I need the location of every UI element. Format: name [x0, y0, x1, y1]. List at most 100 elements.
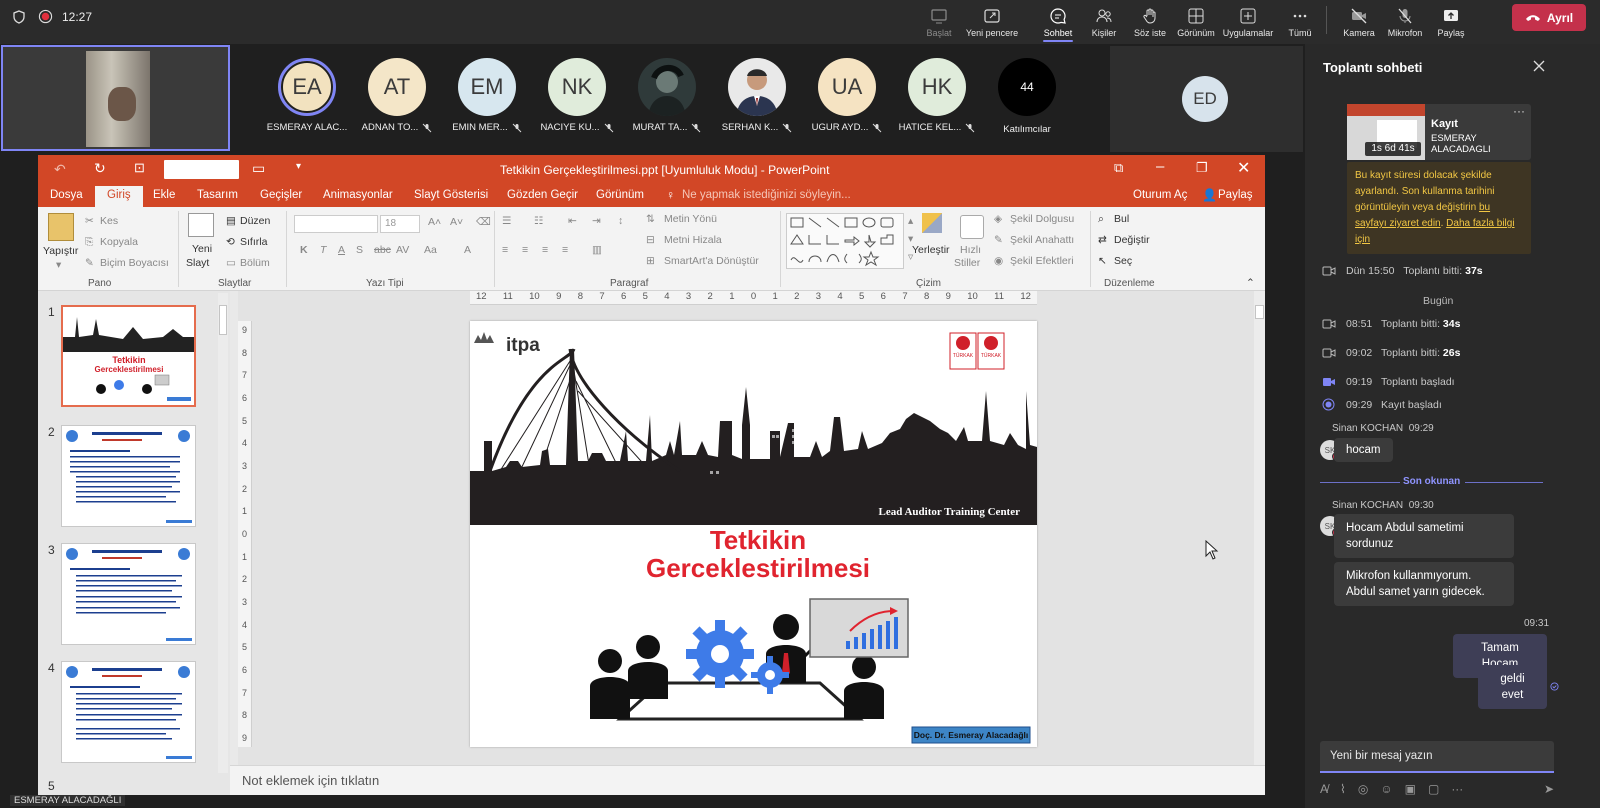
scroll-thumb[interactable]	[1255, 305, 1264, 319]
attach-icon[interactable]: ⌇	[1340, 782, 1346, 802]
tab-view[interactable]: Görünüm	[596, 189, 644, 201]
align-text-button[interactable]: Metni Hizala	[664, 234, 722, 246]
select-button[interactable]: Seç	[1114, 255, 1132, 267]
participants-overflow-tile[interactable]: 44 Katılımcılar	[984, 44, 1070, 144]
numbering-icon[interactable]: ☷	[534, 215, 543, 227]
participant-tile[interactable]: NK NACIYE KU...	[534, 44, 620, 144]
tab-animations[interactable]: Animasyonlar	[323, 189, 393, 201]
align-left-icon[interactable]: ≡	[502, 244, 508, 256]
visit-page-link[interactable]: sayfayı ziyaret edin	[1355, 218, 1441, 229]
visit-page-link[interactable]: bu	[1479, 202, 1490, 213]
participant-tile[interactable]: MURAT TA...	[624, 44, 710, 144]
bullets-icon[interactable]: ☰	[502, 215, 511, 227]
outdent-icon[interactable]: ⇥	[592, 215, 601, 227]
smartart-button[interactable]: SmartArt'a Dönüştür	[664, 255, 759, 267]
paste-icon[interactable]	[48, 213, 74, 241]
align-center-icon[interactable]: ≡	[522, 244, 528, 256]
recording-card[interactable]: 1s 6d 41s Kayıt ESMERAY ALACADAGLI ···	[1347, 104, 1531, 160]
line-spacing-icon[interactable]: ↕	[618, 215, 623, 227]
tab-design[interactable]: Tasarım	[197, 189, 238, 201]
tab-file[interactable]: Dosya	[50, 189, 83, 201]
redo-icon[interactable]: ↻	[94, 160, 106, 177]
sticker-icon[interactable]: ▢	[1428, 782, 1439, 802]
participant-tile[interactable]: UA UGUR AYD...	[804, 44, 890, 144]
chat-message[interactable]: Hocam Abdul sametimi sordunuz	[1334, 514, 1514, 558]
new-slide-label-1[interactable]: Yeni	[192, 243, 212, 255]
columns-icon[interactable]: ▥	[592, 244, 602, 256]
new-slide-icon[interactable]	[188, 213, 214, 237]
send-icon[interactable]: ➤	[1544, 782, 1554, 802]
chevron-up-icon[interactable]: ▴	[908, 215, 913, 227]
minimize-icon[interactable]: –	[1156, 158, 1164, 175]
participant-tile[interactable]: HK HATICE KEL...	[894, 44, 980, 144]
start-slideshow-icon[interactable]: ⊡	[134, 160, 145, 176]
font-color-icon[interactable]: A	[464, 244, 471, 256]
italic-icon[interactable]: T	[320, 244, 326, 256]
paste-button[interactable]: Yapıştır	[43, 245, 78, 257]
section-button[interactable]: Bölüm	[240, 257, 270, 269]
tab-home[interactable]: Giriş	[95, 186, 143, 207]
font-name-box[interactable]	[294, 215, 378, 233]
notes-pane[interactable]: Not eklemek için tıklatın	[230, 765, 1265, 795]
change-case-icon[interactable]: Aa	[424, 244, 437, 256]
ribbon-display-icon[interactable]: ⧉	[1114, 160, 1123, 176]
shadow-icon[interactable]: S	[356, 244, 363, 256]
find-button[interactable]: Bul	[1114, 213, 1129, 225]
apps-button[interactable]: Uygulamalar	[1219, 2, 1277, 42]
self-video-tile[interactable]	[1, 45, 230, 151]
participant-tile[interactable]: EA ESMERAY ALAC...	[264, 44, 350, 144]
tell-me-box[interactable]: Ne yapmak istediğinizi söyleyin...	[682, 189, 851, 201]
quick-styles-label-2[interactable]: Stiller	[954, 257, 980, 269]
font-size-box[interactable]: 18	[380, 215, 420, 233]
share-ppt-button[interactable]: Paylaş	[1218, 189, 1253, 201]
new-slide-label-2[interactable]: Slayt	[186, 257, 209, 269]
slide-thumbnail-2[interactable]	[61, 425, 196, 527]
gif-icon[interactable]: ▣	[1405, 782, 1416, 802]
slide-thumbnail-1[interactable]: Tetkikin Gerceklestirilmesi	[61, 305, 196, 407]
layout-button[interactable]: Düzen	[240, 215, 270, 227]
quick-styles-label-1[interactable]: Hızlı	[960, 244, 981, 256]
shape-outline-button[interactable]: Şekil Anahattı	[1010, 234, 1074, 246]
start-recording-button[interactable]: Başlat	[910, 2, 968, 42]
slide-1-canvas[interactable]: itpa TÜRKAK TÜRKAK Lead Auditor Training…	[470, 321, 1037, 747]
canvas-scrollbar[interactable]	[1254, 291, 1265, 765]
strikethrough-icon[interactable]: abc	[374, 244, 391, 256]
tab-insert[interactable]: Ekle	[153, 189, 175, 201]
more-icon[interactable]: ···	[1451, 782, 1463, 802]
tab-transitions[interactable]: Geçişler	[260, 189, 302, 201]
close-icon[interactable]: ✕	[1237, 158, 1250, 178]
chat-message[interactable]: Mikrofon kullanmıyorum. Abdul samet yarın…	[1334, 562, 1514, 606]
loop-icon[interactable]: ◎	[1358, 782, 1368, 802]
chat-message[interactable]: hocam	[1334, 438, 1393, 462]
underline-icon[interactable]: A	[338, 244, 345, 256]
format-icon[interactable]: A̸	[1320, 782, 1328, 802]
sign-in-link[interactable]: Oturum Aç	[1133, 189, 1187, 201]
text-direction-button[interactable]: Metin Yönü	[664, 213, 717, 225]
slide-thumbnail-3[interactable]	[61, 543, 196, 645]
reset-button[interactable]: Sıfırla	[240, 236, 267, 248]
emoji-icon[interactable]: ☺	[1380, 782, 1392, 802]
bold-icon[interactable]: K	[300, 244, 308, 256]
new-window-button[interactable]: Yeni pencere	[963, 2, 1021, 42]
message-input[interactable]: Yeni bir mesaj yazın	[1320, 741, 1554, 773]
scroll-thumb[interactable]	[219, 305, 227, 335]
restore-icon[interactable]: ❐	[1196, 160, 1208, 176]
view-button[interactable]: Görünüm	[1167, 2, 1225, 42]
close-icon[interactable]	[1533, 60, 1545, 72]
more-icon[interactable]: ···	[1513, 104, 1525, 118]
indent-icon[interactable]: ⇤	[568, 215, 577, 227]
arrange-button[interactable]: Yerleştir	[912, 244, 950, 256]
my-chat-message[interactable]: geldi evet	[1478, 665, 1547, 709]
participant-tile[interactable]: AT ADNAN TO...	[354, 44, 440, 144]
clear-format-icon[interactable]: ⌫	[476, 216, 491, 228]
grow-font-icon[interactable]: A˄	[428, 216, 441, 228]
open-folder-icon[interactable]: ▭	[252, 160, 265, 177]
shape-fill-button[interactable]: Şekil Dolgusu	[1010, 213, 1074, 225]
participant-tile[interactable]: EM EMIN MER...	[444, 44, 530, 144]
format-painter-button[interactable]: Biçim Boyacısı	[100, 257, 169, 269]
more-button[interactable]: Tümü	[1271, 2, 1329, 42]
customize-toolbar-icon[interactable]: ▾	[296, 161, 301, 172]
copy-button[interactable]: Kopyala	[100, 236, 138, 248]
justify-icon[interactable]: ≡	[562, 244, 568, 256]
participant-video-tile[interactable]: ED	[1110, 46, 1303, 152]
